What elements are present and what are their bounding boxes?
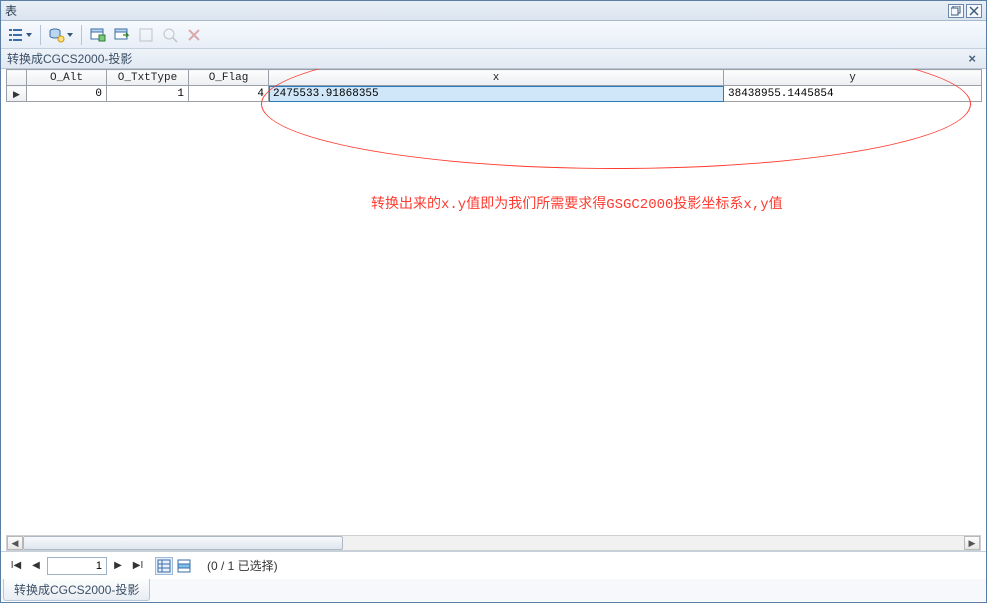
current-row-icon: ▶ bbox=[13, 89, 20, 99]
record-navigator: I◀ ◀ ▶ ▶I (0 / 1 已选择) bbox=[1, 551, 986, 579]
record-number-input[interactable] bbox=[47, 557, 107, 575]
tab-header: 转换成CGCS2000-投影 × bbox=[1, 49, 986, 69]
horizontal-scrollbar[interactable]: ◀ ▶ bbox=[6, 535, 981, 551]
cell-y[interactable]: 38438955.1445854 bbox=[724, 86, 982, 102]
bottom-tab[interactable]: 转换成CGCS2000-投影 bbox=[3, 579, 150, 601]
related-tables-dropdown[interactable] bbox=[46, 24, 76, 46]
show-selected-records-button[interactable] bbox=[175, 557, 193, 575]
table-select-icon bbox=[90, 27, 106, 43]
last-record-button[interactable]: ▶I bbox=[129, 557, 147, 575]
cell-o-flag[interactable]: 4 bbox=[189, 86, 269, 102]
annotation-text: 转换出来的x.y值即为我们所需要求得GSGC2000投影坐标系x,y值 bbox=[371, 193, 783, 213]
col-header[interactable]: y bbox=[724, 70, 982, 86]
scroll-track[interactable] bbox=[23, 536, 964, 550]
table-swap-icon bbox=[114, 27, 130, 43]
restore-icon bbox=[951, 6, 961, 16]
corner-cell bbox=[7, 70, 27, 86]
scroll-left-button[interactable]: ◀ bbox=[7, 536, 23, 550]
db-link-icon bbox=[49, 27, 65, 43]
list-icon bbox=[8, 27, 24, 43]
restore-button[interactable] bbox=[948, 4, 964, 18]
titlebar: 表 bbox=[1, 1, 986, 21]
delete-selected-button[interactable] bbox=[183, 24, 205, 46]
first-record-button[interactable]: I◀ bbox=[7, 557, 25, 575]
show-all-records-button[interactable] bbox=[155, 557, 173, 575]
zoom-icon bbox=[162, 27, 178, 43]
list-view-dropdown[interactable] bbox=[5, 24, 35, 46]
selection-status: (0 / 1 已选择) bbox=[207, 557, 278, 574]
window-title: 表 bbox=[5, 2, 946, 19]
selected-records-icon bbox=[177, 559, 191, 573]
chevron-down-icon bbox=[67, 33, 73, 37]
bottom-tab-strip: 转换成CGCS2000-投影 bbox=[1, 579, 986, 601]
clear-selection-button[interactable] bbox=[135, 24, 157, 46]
table-area: O_Alt O_TxtType O_Flag x y ▶ 0 1 4 24755… bbox=[1, 69, 986, 551]
next-record-button[interactable]: ▶ bbox=[109, 557, 127, 575]
cell-o-alt[interactable]: 0 bbox=[27, 86, 107, 102]
view-mode-toggle bbox=[155, 557, 193, 575]
delete-icon bbox=[186, 27, 202, 43]
col-header[interactable]: O_TxtType bbox=[107, 70, 189, 86]
scroll-thumb[interactable] bbox=[23, 536, 343, 550]
select-by-attr-button[interactable] bbox=[87, 24, 109, 46]
close-icon bbox=[969, 6, 979, 16]
toolbar-separator bbox=[81, 25, 82, 45]
close-button[interactable] bbox=[966, 4, 982, 18]
bottom-tab-label: 转换成CGCS2000-投影 bbox=[14, 583, 139, 597]
col-header[interactable]: O_Flag bbox=[189, 70, 269, 86]
tab-close-button[interactable]: × bbox=[964, 51, 980, 66]
prev-record-button[interactable]: ◀ bbox=[27, 557, 45, 575]
toolbar-separator bbox=[40, 25, 41, 45]
col-header[interactable]: x bbox=[269, 70, 724, 86]
tab-title: 转换成CGCS2000-投影 bbox=[7, 50, 964, 67]
toolbar bbox=[1, 21, 986, 49]
clear-icon bbox=[138, 27, 154, 43]
chevron-down-icon bbox=[26, 33, 32, 37]
col-header[interactable]: O_Alt bbox=[27, 70, 107, 86]
switch-selection-button[interactable] bbox=[111, 24, 133, 46]
attribute-table[interactable]: O_Alt O_TxtType O_Flag x y ▶ 0 1 4 24755… bbox=[6, 69, 982, 102]
row-indicator[interactable]: ▶ bbox=[7, 86, 27, 102]
cell-o-txttype[interactable]: 1 bbox=[107, 86, 189, 102]
zoom-selected-button[interactable] bbox=[159, 24, 181, 46]
cell-x[interactable]: 2475533.91868355 bbox=[269, 86, 724, 102]
all-records-icon bbox=[157, 559, 171, 573]
table-header-row: O_Alt O_TxtType O_Flag x y bbox=[7, 70, 982, 86]
scroll-right-button[interactable]: ▶ bbox=[964, 536, 980, 550]
table-row[interactable]: ▶ 0 1 4 2475533.91868355 38438955.144585… bbox=[7, 86, 982, 102]
